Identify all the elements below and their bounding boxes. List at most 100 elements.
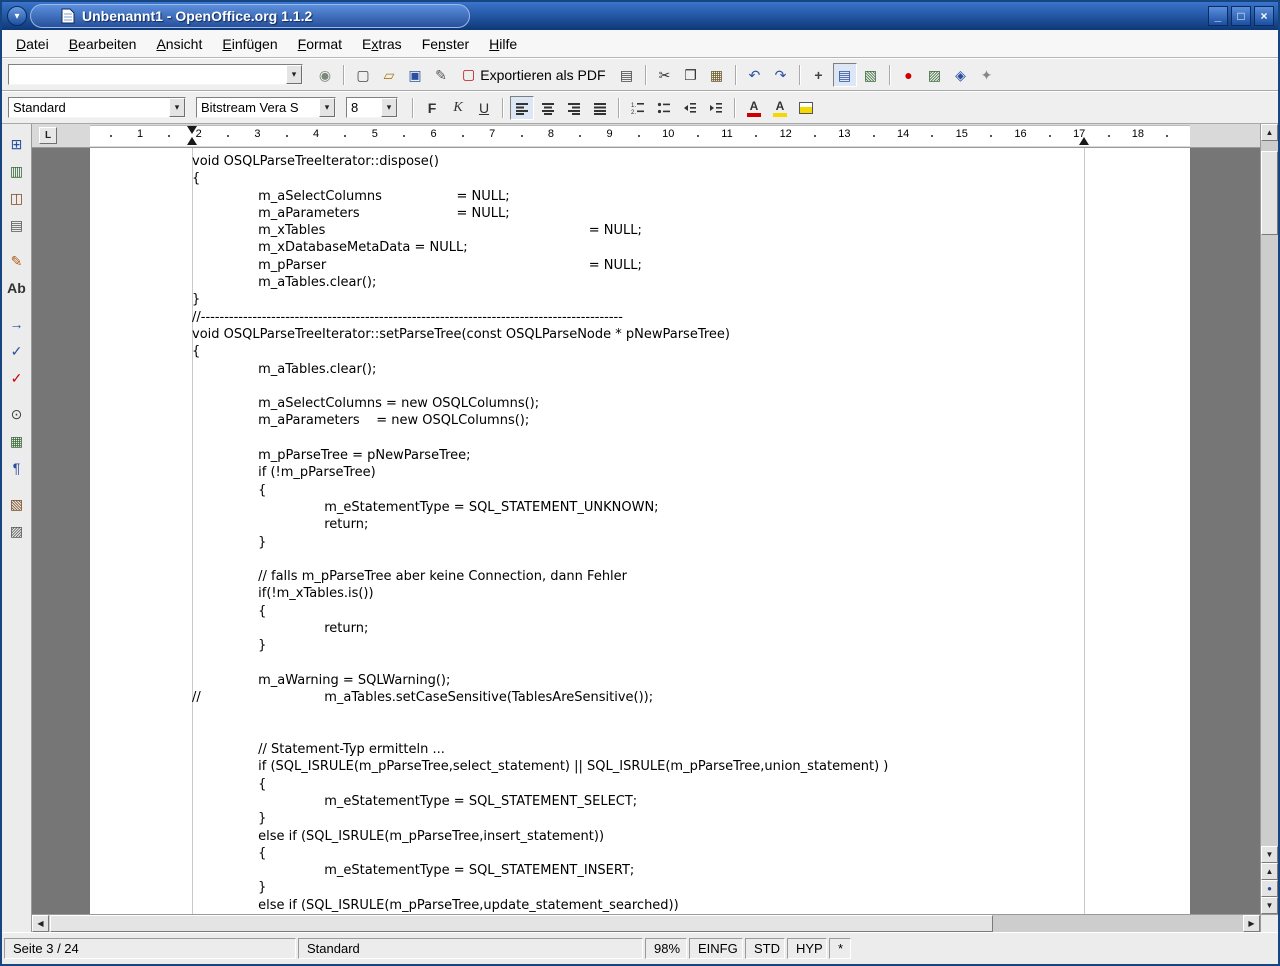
paragraph-style-combo[interactable]: ▾ bbox=[8, 97, 186, 118]
gallery-icon[interactable]: ▧ bbox=[859, 63, 883, 87]
insert-graphics-icon[interactable]: ▨ bbox=[923, 63, 947, 87]
font-size-input[interactable] bbox=[347, 98, 381, 117]
page-style-indicator[interactable]: Standard bbox=[298, 938, 643, 959]
ruler[interactable]: 123456789101112131415161718 L bbox=[32, 124, 1260, 148]
open-document-icon[interactable]: ▱ bbox=[377, 63, 401, 87]
insert-icon[interactable]: ⊞ bbox=[5, 132, 29, 156]
nonprinting-characters-icon[interactable]: ¶ bbox=[5, 456, 29, 480]
url-combo[interactable]: ▾ bbox=[8, 64, 303, 85]
edit-file-icon[interactable]: ✎ bbox=[429, 63, 453, 87]
chevron-down-icon: ▾ bbox=[387, 102, 392, 113]
menu-item[interactable]: Format bbox=[288, 32, 352, 56]
first-line-indent-marker[interactable] bbox=[187, 126, 197, 134]
hyperlink-icon[interactable]: ◈ bbox=[949, 63, 973, 87]
left-indent-marker[interactable] bbox=[187, 137, 197, 145]
bold-button[interactable]: F bbox=[420, 96, 444, 120]
edit-autotext-icon[interactable]: Ab bbox=[5, 276, 29, 300]
align-center-button[interactable] bbox=[536, 96, 560, 120]
autopilot-icon[interactable]: ✦ bbox=[975, 63, 999, 87]
graphics-on-off-icon[interactable]: ▧ bbox=[5, 492, 29, 516]
paragraph-style-input[interactable] bbox=[9, 98, 169, 117]
export-pdf-button[interactable]: ▢ Exportieren als PDF bbox=[455, 63, 613, 87]
data-sources-icon[interactable]: ▦ bbox=[5, 429, 29, 453]
zoom-indicator[interactable]: 98% bbox=[645, 938, 687, 959]
font-name-dropdown[interactable]: ▾ bbox=[319, 98, 335, 117]
menu-item[interactable]: Hilfe bbox=[479, 32, 527, 56]
menu-item[interactable]: Extras bbox=[352, 32, 412, 56]
hyperlink-mode-indicator[interactable]: HYP bbox=[787, 938, 827, 959]
increase-indent-button[interactable] bbox=[704, 96, 728, 120]
font-name-input[interactable] bbox=[197, 98, 319, 117]
font-size-dropdown[interactable]: ▾ bbox=[381, 98, 397, 117]
horizontal-scroll-thumb[interactable] bbox=[50, 915, 993, 932]
justify-button[interactable] bbox=[588, 96, 612, 120]
undo-icon[interactable]: ↶ bbox=[743, 63, 767, 87]
highlighting-button[interactable]: A bbox=[768, 96, 792, 120]
stop-loading-icon[interactable]: ◉ bbox=[313, 63, 337, 87]
online-layout-icon[interactable]: ▨ bbox=[5, 519, 29, 543]
decrease-indent-button[interactable] bbox=[678, 96, 702, 120]
menu-item[interactable]: Ansicht bbox=[146, 32, 212, 56]
minimize-button[interactable]: _ bbox=[1208, 6, 1228, 26]
scroll-right-button[interactable]: ▶ bbox=[1243, 915, 1260, 932]
spellcheck-icon[interactable]: ✓ bbox=[5, 339, 29, 363]
tab-stop-selector[interactable]: L bbox=[39, 127, 57, 144]
redo-icon[interactable]: ↷ bbox=[769, 63, 793, 87]
horizontal-scrollbar[interactable]: ◀ ▶ bbox=[32, 914, 1260, 932]
numbering-button[interactable]: 1.2. bbox=[626, 96, 650, 120]
print-file-icon[interactable]: ▤ bbox=[615, 63, 639, 87]
selection-mode-indicator[interactable]: STD bbox=[745, 938, 785, 959]
window-menu-button[interactable]: ▾ bbox=[7, 6, 27, 26]
right-indent-marker[interactable] bbox=[1079, 137, 1089, 145]
align-left-button[interactable] bbox=[510, 96, 534, 120]
vertical-scrollbar[interactable]: ▲ ▼ ▲ ● ▼ bbox=[1260, 124, 1278, 914]
show-form-functions-icon[interactable]: ▤ bbox=[5, 213, 29, 237]
page-indicator[interactable]: Seite 3 / 24 bbox=[4, 938, 296, 959]
find-replace-icon[interactable]: ⊙ bbox=[5, 402, 29, 426]
previous-page-button[interactable]: ▲ bbox=[1261, 863, 1278, 880]
menu-item[interactable]: Datei bbox=[6, 32, 59, 56]
maximize-button[interactable]: □ bbox=[1231, 6, 1251, 26]
record-macro-icon[interactable]: ● bbox=[897, 63, 921, 87]
autospellcheck-icon[interactable]: ✓ bbox=[5, 366, 29, 390]
paste-icon[interactable]: ▦ bbox=[705, 63, 729, 87]
insert-object-icon[interactable]: ◫ bbox=[5, 186, 29, 210]
vertical-scroll-trough[interactable] bbox=[1261, 141, 1278, 846]
font-size-combo[interactable]: ▾ bbox=[346, 97, 398, 118]
align-right-button[interactable] bbox=[562, 96, 586, 120]
titlebar[interactable]: ▾ Unbenannt1 - OpenOffice.org 1.1.2 _ □ … bbox=[2, 2, 1278, 30]
underline-button[interactable]: U bbox=[472, 96, 496, 120]
scroll-up-button[interactable]: ▲ bbox=[1261, 124, 1278, 141]
numbering-icon: 1.2. bbox=[631, 101, 645, 115]
next-page-button[interactable]: ▼ bbox=[1261, 897, 1278, 914]
close-button[interactable]: × bbox=[1254, 6, 1274, 26]
insert-fields-icon[interactable]: ▥ bbox=[5, 159, 29, 183]
show-draw-functions-icon[interactable]: ✎ bbox=[5, 249, 29, 273]
font-name-combo[interactable]: ▾ bbox=[196, 97, 336, 118]
navigator-icon[interactable]: + bbox=[807, 63, 831, 87]
copy-icon[interactable]: ❐ bbox=[679, 63, 703, 87]
new-document-icon[interactable]: ▢ bbox=[351, 63, 375, 87]
insert-mode-indicator[interactable]: EINFG bbox=[689, 938, 743, 959]
navigation-button[interactable]: ● bbox=[1261, 880, 1278, 897]
save-document-icon[interactable]: ▣ bbox=[403, 63, 427, 87]
font-color-button[interactable]: A bbox=[742, 96, 766, 120]
italic-button[interactable]: K bbox=[446, 96, 470, 120]
document-page[interactable]: void OSQLParseTreeIterator::dispose(){ m… bbox=[90, 148, 1190, 914]
menu-item[interactable]: Bearbeiten bbox=[59, 32, 147, 56]
menu-item[interactable]: Einfügen bbox=[212, 32, 287, 56]
url-input[interactable] bbox=[9, 65, 286, 84]
menu-item[interactable]: Fenster bbox=[412, 32, 479, 56]
scroll-left-button[interactable]: ◀ bbox=[32, 915, 49, 932]
stylist-icon[interactable]: ▤ bbox=[833, 63, 857, 87]
horizontal-scroll-trough[interactable] bbox=[49, 915, 1243, 932]
vertical-scroll-thumb[interactable] bbox=[1261, 151, 1278, 235]
bullets-button[interactable] bbox=[652, 96, 676, 120]
cut-icon[interactable]: ✂ bbox=[653, 63, 677, 87]
direct-cursor-icon[interactable]: → bbox=[5, 312, 29, 336]
url-combo-dropdown[interactable]: ▾ bbox=[286, 65, 302, 84]
paragraph-style-dropdown[interactable]: ▾ bbox=[169, 98, 185, 117]
scroll-down-button[interactable]: ▼ bbox=[1261, 846, 1278, 863]
paragraph-background-button[interactable] bbox=[794, 96, 818, 120]
increase-indent-icon bbox=[709, 101, 723, 115]
